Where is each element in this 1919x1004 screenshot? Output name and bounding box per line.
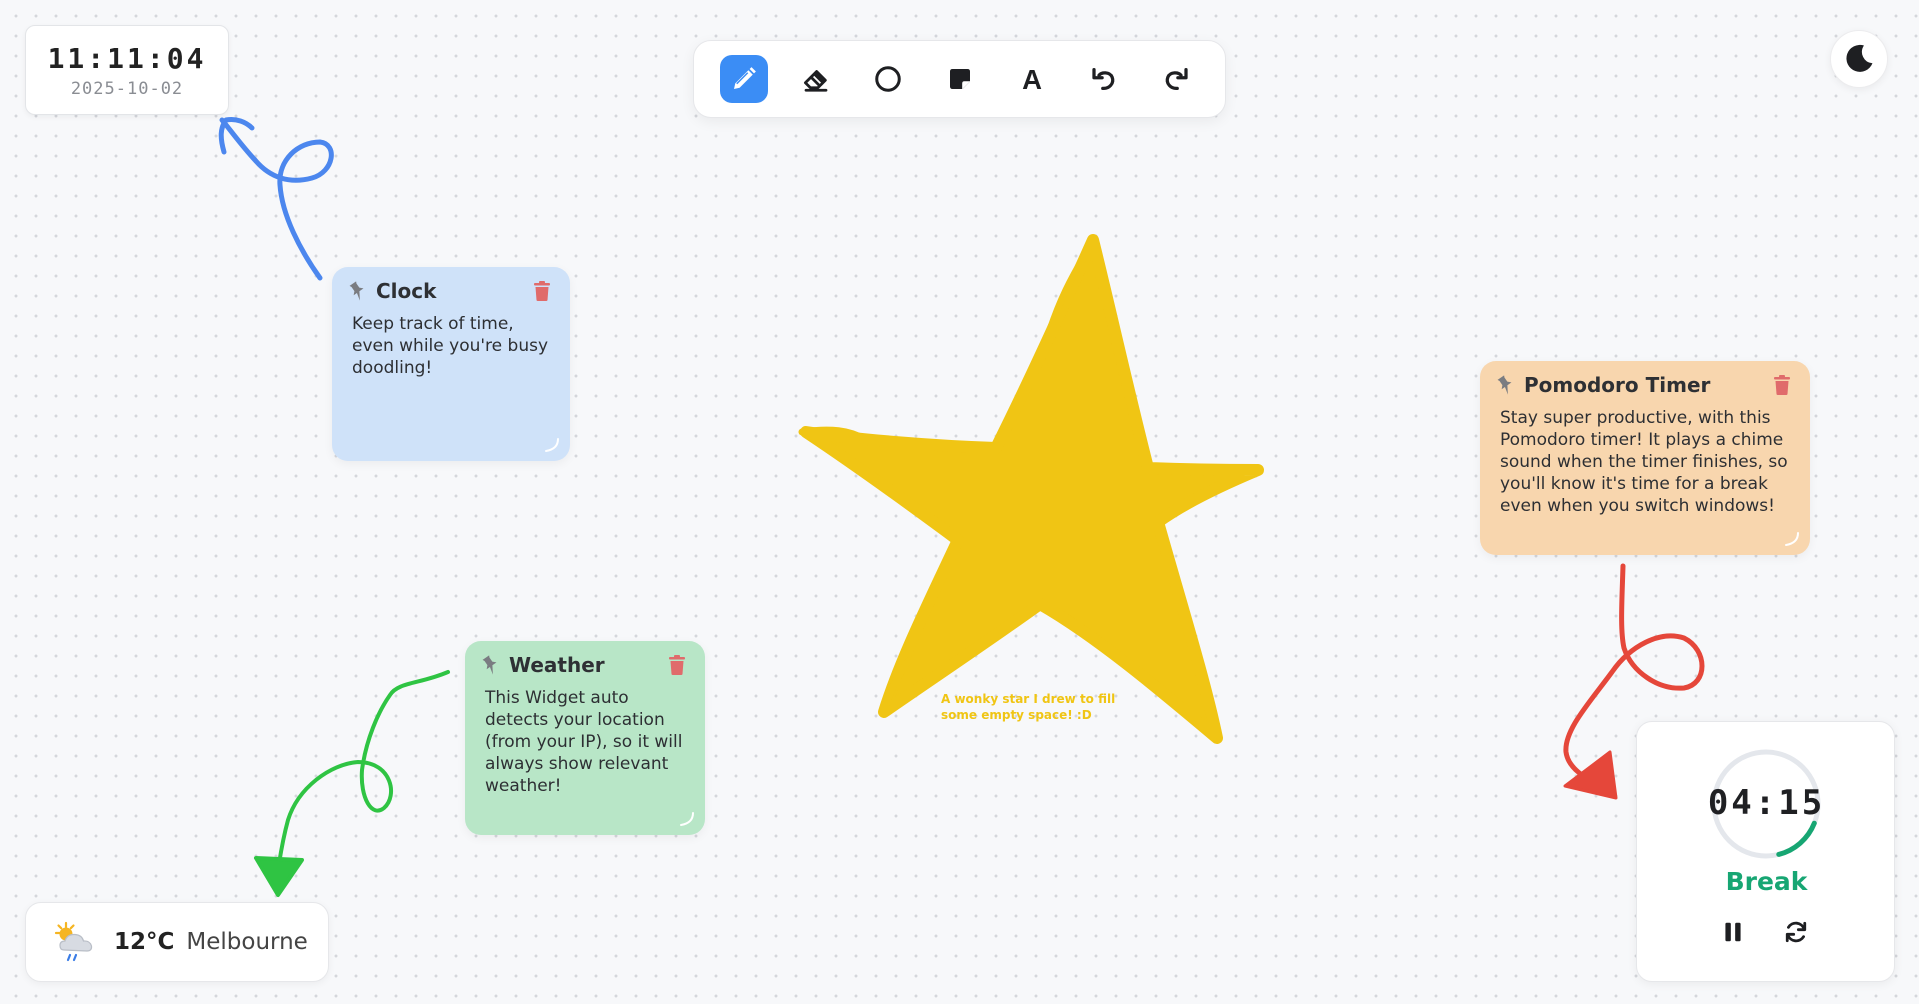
note-title: Clock (376, 279, 437, 303)
pomodoro-time: 04:15 (1707, 783, 1826, 823)
redo-icon (1165, 68, 1188, 91)
note-title: Weather (509, 653, 605, 677)
weather-widget[interactable]: 12°C Melbourne (25, 902, 329, 982)
note-header: Pomodoro Timer (1497, 371, 1794, 399)
text-tool-button[interactable]: A (1008, 55, 1056, 103)
pin-icon[interactable] (479, 653, 503, 677)
eraser-tool-button[interactable] (792, 55, 840, 103)
green-arrowhead-doodle (254, 856, 304, 897)
green-arrow-doodle (276, 670, 450, 872)
resize-handle-icon[interactable] (1782, 529, 1800, 547)
red-arrowhead-doodle (1563, 750, 1618, 800)
reset-button[interactable] (1778, 914, 1814, 950)
sticky-note-weather[interactable]: Weather This Widget auto detects your lo… (465, 641, 705, 835)
circle-icon (875, 66, 901, 92)
trash-icon[interactable] (530, 279, 554, 303)
drawing-toolbar: A (693, 40, 1226, 118)
pencil-icon (734, 67, 756, 89)
yellow-star-stroke-doodle (798, 246, 1092, 716)
clock-time: 11:11:04 (47, 42, 207, 75)
moon-icon (1846, 44, 1873, 72)
pin-icon[interactable] (346, 279, 370, 303)
clock-date: 2025-10-02 (70, 79, 184, 99)
weather-temperature: 12°C (114, 929, 175, 955)
resize-handle-icon[interactable] (542, 435, 560, 453)
yellow-star-doodle (800, 234, 1264, 744)
note-header: Clock (349, 277, 554, 305)
eraser-icon (804, 70, 828, 92)
sticky-note-icon (950, 69, 970, 89)
reset-icon (1785, 921, 1807, 943)
star-caption-text[interactable]: A wonky star I drew to fill some empty s… (941, 691, 1141, 723)
note-header: Weather (482, 651, 689, 679)
pin-icon[interactable] (1494, 373, 1518, 397)
sticky-note-clock[interactable]: Clock Keep track of time, even while you… (332, 267, 570, 461)
clock-widget[interactable]: 11:11:04 2025-10-02 (25, 25, 229, 115)
redo-tool-button[interactable] (1152, 55, 1200, 103)
pencil-tool-button[interactable] (720, 55, 768, 103)
trash-icon[interactable] (1770, 373, 1794, 397)
note-body[interactable]: Stay super productive, with this Pomodor… (1500, 407, 1794, 517)
text-icon: A (1022, 64, 1042, 94)
blue-arrow-doodle (219, 117, 334, 281)
note-title: Pomodoro Timer (1524, 373, 1711, 397)
resize-handle-icon[interactable] (677, 809, 695, 827)
svg-text:A: A (1022, 64, 1042, 94)
partly-cloudy-rain-icon (54, 921, 93, 962)
trash-icon[interactable] (665, 653, 689, 677)
theme-toggle-button[interactable] (1830, 30, 1888, 88)
sticky-note-pomodoro[interactable]: Pomodoro Timer Stay super productive, wi… (1480, 361, 1810, 555)
circle-tool-button[interactable] (864, 55, 912, 103)
weather-city: Melbourne (186, 929, 308, 955)
sticky-note-tool-button[interactable] (936, 55, 984, 103)
blue-arrowhead-doodle (218, 117, 255, 155)
undo-icon (1092, 68, 1115, 91)
pomodoro-mode: Break (1725, 867, 1808, 896)
pomodoro-widget[interactable]: 04:15 Break (1636, 721, 1895, 982)
pause-icon (1725, 922, 1741, 942)
note-body[interactable]: This Widget auto detects your location (… (485, 687, 689, 797)
note-body[interactable]: Keep track of time, even while you're bu… (352, 313, 554, 379)
undo-tool-button[interactable] (1080, 55, 1128, 103)
pause-button[interactable] (1715, 914, 1751, 950)
